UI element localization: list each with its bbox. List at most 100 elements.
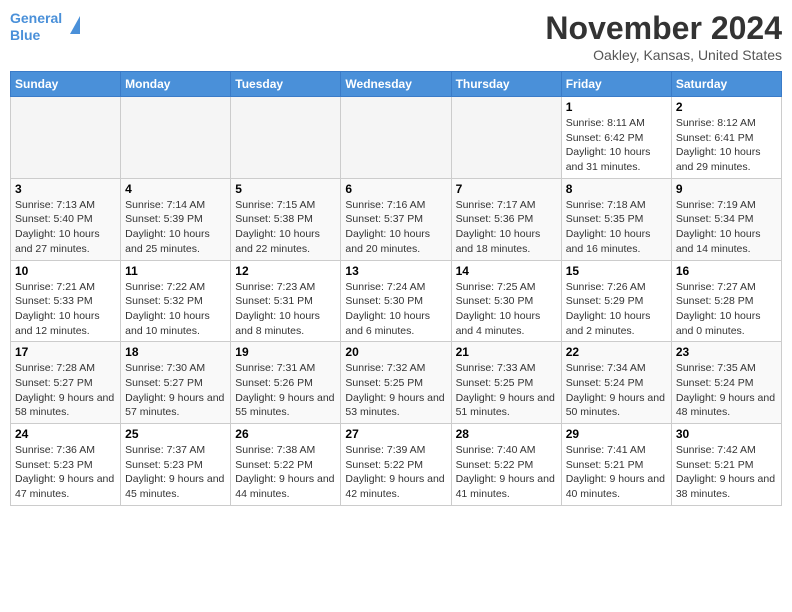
calendar-week-4: 17 Sunrise: 7:28 AMSunset: 5:27 PMDayligh… bbox=[11, 342, 782, 424]
day-header-thursday: Thursday bbox=[451, 72, 561, 97]
day-info: Sunrise: 7:38 AMSunset: 5:22 PMDaylight:… bbox=[235, 443, 336, 502]
day-info: Sunrise: 7:26 AMSunset: 5:29 PMDaylight:… bbox=[566, 280, 667, 339]
day-number: 19 bbox=[235, 345, 336, 359]
day-number: 20 bbox=[345, 345, 446, 359]
calendar-cell: 2 Sunrise: 8:12 AMSunset: 6:41 PMDaylight… bbox=[671, 97, 781, 179]
calendar-cell: 1 Sunrise: 8:11 AMSunset: 6:42 PMDaylight… bbox=[561, 97, 671, 179]
calendar-header-row: SundayMondayTuesdayWednesdayThursdayFrid… bbox=[11, 72, 782, 97]
day-info: Sunrise: 7:27 AMSunset: 5:28 PMDaylight:… bbox=[676, 280, 777, 339]
calendar-cell bbox=[451, 97, 561, 179]
day-number: 9 bbox=[676, 182, 777, 196]
calendar-cell: 17 Sunrise: 7:28 AMSunset: 5:27 PMDayligh… bbox=[11, 342, 121, 424]
calendar-cell: 22Sunrise: 7:34 AMSunset: 5:24 PMDayligh… bbox=[561, 342, 671, 424]
day-info: Sunrise: 7:22 AMSunset: 5:32 PMDaylight:… bbox=[125, 280, 226, 339]
day-number: 16 bbox=[676, 264, 777, 278]
day-number: 13 bbox=[345, 264, 446, 278]
calendar-week-5: 24 Sunrise: 7:36 AMSunset: 5:23 PMDayligh… bbox=[11, 424, 782, 506]
day-info: Sunrise: 7:37 AMSunset: 5:23 PMDaylight:… bbox=[125, 443, 226, 502]
calendar-cell: 8 Sunrise: 7:18 AMSunset: 5:35 PMDaylight… bbox=[561, 178, 671, 260]
day-info: Sunrise: 8:12 AMSunset: 6:41 PMDaylight:… bbox=[676, 116, 777, 175]
day-header-monday: Monday bbox=[121, 72, 231, 97]
day-number: 12 bbox=[235, 264, 336, 278]
calendar-cell bbox=[341, 97, 451, 179]
calendar-cell: 26Sunrise: 7:38 AMSunset: 5:22 PMDayligh… bbox=[231, 424, 341, 506]
day-info: Sunrise: 7:30 AMSunset: 5:27 PMDaylight:… bbox=[125, 361, 226, 420]
day-header-sunday: Sunday bbox=[11, 72, 121, 97]
day-number: 7 bbox=[456, 182, 557, 196]
day-info: Sunrise: 7:34 AMSunset: 5:24 PMDaylight:… bbox=[566, 361, 667, 420]
day-number: 25 bbox=[125, 427, 226, 441]
calendar-cell: 5 Sunrise: 7:15 AMSunset: 5:38 PMDaylight… bbox=[231, 178, 341, 260]
calendar-cell: 3 Sunrise: 7:13 AMSunset: 5:40 PMDaylight… bbox=[11, 178, 121, 260]
calendar-cell bbox=[11, 97, 121, 179]
day-number: 18 bbox=[125, 345, 226, 359]
day-number: 4 bbox=[125, 182, 226, 196]
day-info: Sunrise: 7:16 AMSunset: 5:37 PMDaylight:… bbox=[345, 198, 446, 257]
page-header: General Blue November 2024 Oakley, Kansa… bbox=[10, 10, 782, 63]
month-title: November 2024 bbox=[545, 10, 782, 47]
logo-triangle-icon bbox=[70, 16, 80, 34]
calendar-cell: 27 Sunrise: 7:39 AMSunset: 5:22 PMDayligh… bbox=[341, 424, 451, 506]
calendar-cell: 30 Sunrise: 7:42 AMSunset: 5:21 PMDayligh… bbox=[671, 424, 781, 506]
calendar-cell bbox=[121, 97, 231, 179]
calendar-cell: 10 Sunrise: 7:21 AMSunset: 5:33 PMDayligh… bbox=[11, 260, 121, 342]
day-info: Sunrise: 7:35 AMSunset: 5:24 PMDaylight:… bbox=[676, 361, 777, 420]
day-number: 15 bbox=[566, 264, 667, 278]
calendar-cell: 9 Sunrise: 7:19 AMSunset: 5:34 PMDaylight… bbox=[671, 178, 781, 260]
day-info: Sunrise: 7:28 AMSunset: 5:27 PMDaylight:… bbox=[15, 361, 116, 420]
day-number: 21 bbox=[456, 345, 557, 359]
calendar-cell: 15 Sunrise: 7:26 AMSunset: 5:29 PMDayligh… bbox=[561, 260, 671, 342]
calendar-cell: 13 Sunrise: 7:24 AMSunset: 5:30 PMDayligh… bbox=[341, 260, 451, 342]
calendar-cell: 14Sunrise: 7:25 AMSunset: 5:30 PMDayligh… bbox=[451, 260, 561, 342]
calendar-week-2: 3 Sunrise: 7:13 AMSunset: 5:40 PMDaylight… bbox=[11, 178, 782, 260]
day-number: 17 bbox=[15, 345, 116, 359]
calendar-cell: 19 Sunrise: 7:31 AMSunset: 5:26 PMDayligh… bbox=[231, 342, 341, 424]
day-info: Sunrise: 7:18 AMSunset: 5:35 PMDaylight:… bbox=[566, 198, 667, 257]
calendar-cell: 6 Sunrise: 7:16 AMSunset: 5:37 PMDaylight… bbox=[341, 178, 451, 260]
day-info: Sunrise: 7:36 AMSunset: 5:23 PMDaylight:… bbox=[15, 443, 116, 502]
day-info: Sunrise: 7:19 AMSunset: 5:34 PMDaylight:… bbox=[676, 198, 777, 257]
calendar-cell: 24 Sunrise: 7:36 AMSunset: 5:23 PMDayligh… bbox=[11, 424, 121, 506]
day-info: Sunrise: 7:15 AMSunset: 5:38 PMDaylight:… bbox=[235, 198, 336, 257]
day-info: Sunrise: 7:32 AMSunset: 5:25 PMDaylight:… bbox=[345, 361, 446, 420]
day-info: Sunrise: 7:21 AMSunset: 5:33 PMDaylight:… bbox=[15, 280, 116, 339]
day-info: Sunrise: 7:39 AMSunset: 5:22 PMDaylight:… bbox=[345, 443, 446, 502]
calendar-cell: 29Sunrise: 7:41 AMSunset: 5:21 PMDayligh… bbox=[561, 424, 671, 506]
day-info: Sunrise: 7:14 AMSunset: 5:39 PMDaylight:… bbox=[125, 198, 226, 257]
day-header-wednesday: Wednesday bbox=[341, 72, 451, 97]
calendar-cell: 11Sunrise: 7:22 AMSunset: 5:32 PMDayligh… bbox=[121, 260, 231, 342]
day-info: Sunrise: 7:40 AMSunset: 5:22 PMDaylight:… bbox=[456, 443, 557, 502]
day-number: 3 bbox=[15, 182, 116, 196]
day-info: Sunrise: 7:24 AMSunset: 5:30 PMDaylight:… bbox=[345, 280, 446, 339]
calendar-cell: 16 Sunrise: 7:27 AMSunset: 5:28 PMDayligh… bbox=[671, 260, 781, 342]
day-number: 5 bbox=[235, 182, 336, 196]
day-info: Sunrise: 7:31 AMSunset: 5:26 PMDaylight:… bbox=[235, 361, 336, 420]
location: Oakley, Kansas, United States bbox=[545, 47, 782, 63]
day-number: 6 bbox=[345, 182, 446, 196]
day-info: Sunrise: 7:23 AMSunset: 5:31 PMDaylight:… bbox=[235, 280, 336, 339]
calendar-cell: 28 Sunrise: 7:40 AMSunset: 5:22 PMDayligh… bbox=[451, 424, 561, 506]
day-number: 24 bbox=[15, 427, 116, 441]
calendar-cell: 25 Sunrise: 7:37 AMSunset: 5:23 PMDayligh… bbox=[121, 424, 231, 506]
day-number: 29 bbox=[566, 427, 667, 441]
day-info: Sunrise: 7:42 AMSunset: 5:21 PMDaylight:… bbox=[676, 443, 777, 502]
calendar-cell: 20 Sunrise: 7:32 AMSunset: 5:25 PMDayligh… bbox=[341, 342, 451, 424]
day-info: Sunrise: 7:13 AMSunset: 5:40 PMDaylight:… bbox=[15, 198, 116, 257]
day-number: 1 bbox=[566, 100, 667, 114]
calendar-cell: 18 Sunrise: 7:30 AMSunset: 5:27 PMDayligh… bbox=[121, 342, 231, 424]
title-block: November 2024 Oakley, Kansas, United Sta… bbox=[545, 10, 782, 63]
day-number: 10 bbox=[15, 264, 116, 278]
day-number: 27 bbox=[345, 427, 446, 441]
day-info: Sunrise: 7:33 AMSunset: 5:25 PMDaylight:… bbox=[456, 361, 557, 420]
day-number: 2 bbox=[676, 100, 777, 114]
logo-text-block: General Blue bbox=[10, 10, 62, 44]
calendar-table: SundayMondayTuesdayWednesdayThursdayFrid… bbox=[10, 71, 782, 506]
logo-general: General bbox=[10, 10, 62, 26]
day-header-friday: Friday bbox=[561, 72, 671, 97]
day-info: Sunrise: 8:11 AMSunset: 6:42 PMDaylight:… bbox=[566, 116, 667, 175]
day-info: Sunrise: 7:25 AMSunset: 5:30 PMDaylight:… bbox=[456, 280, 557, 339]
calendar-cell bbox=[231, 97, 341, 179]
day-number: 28 bbox=[456, 427, 557, 441]
day-number: 30 bbox=[676, 427, 777, 441]
day-number: 8 bbox=[566, 182, 667, 196]
